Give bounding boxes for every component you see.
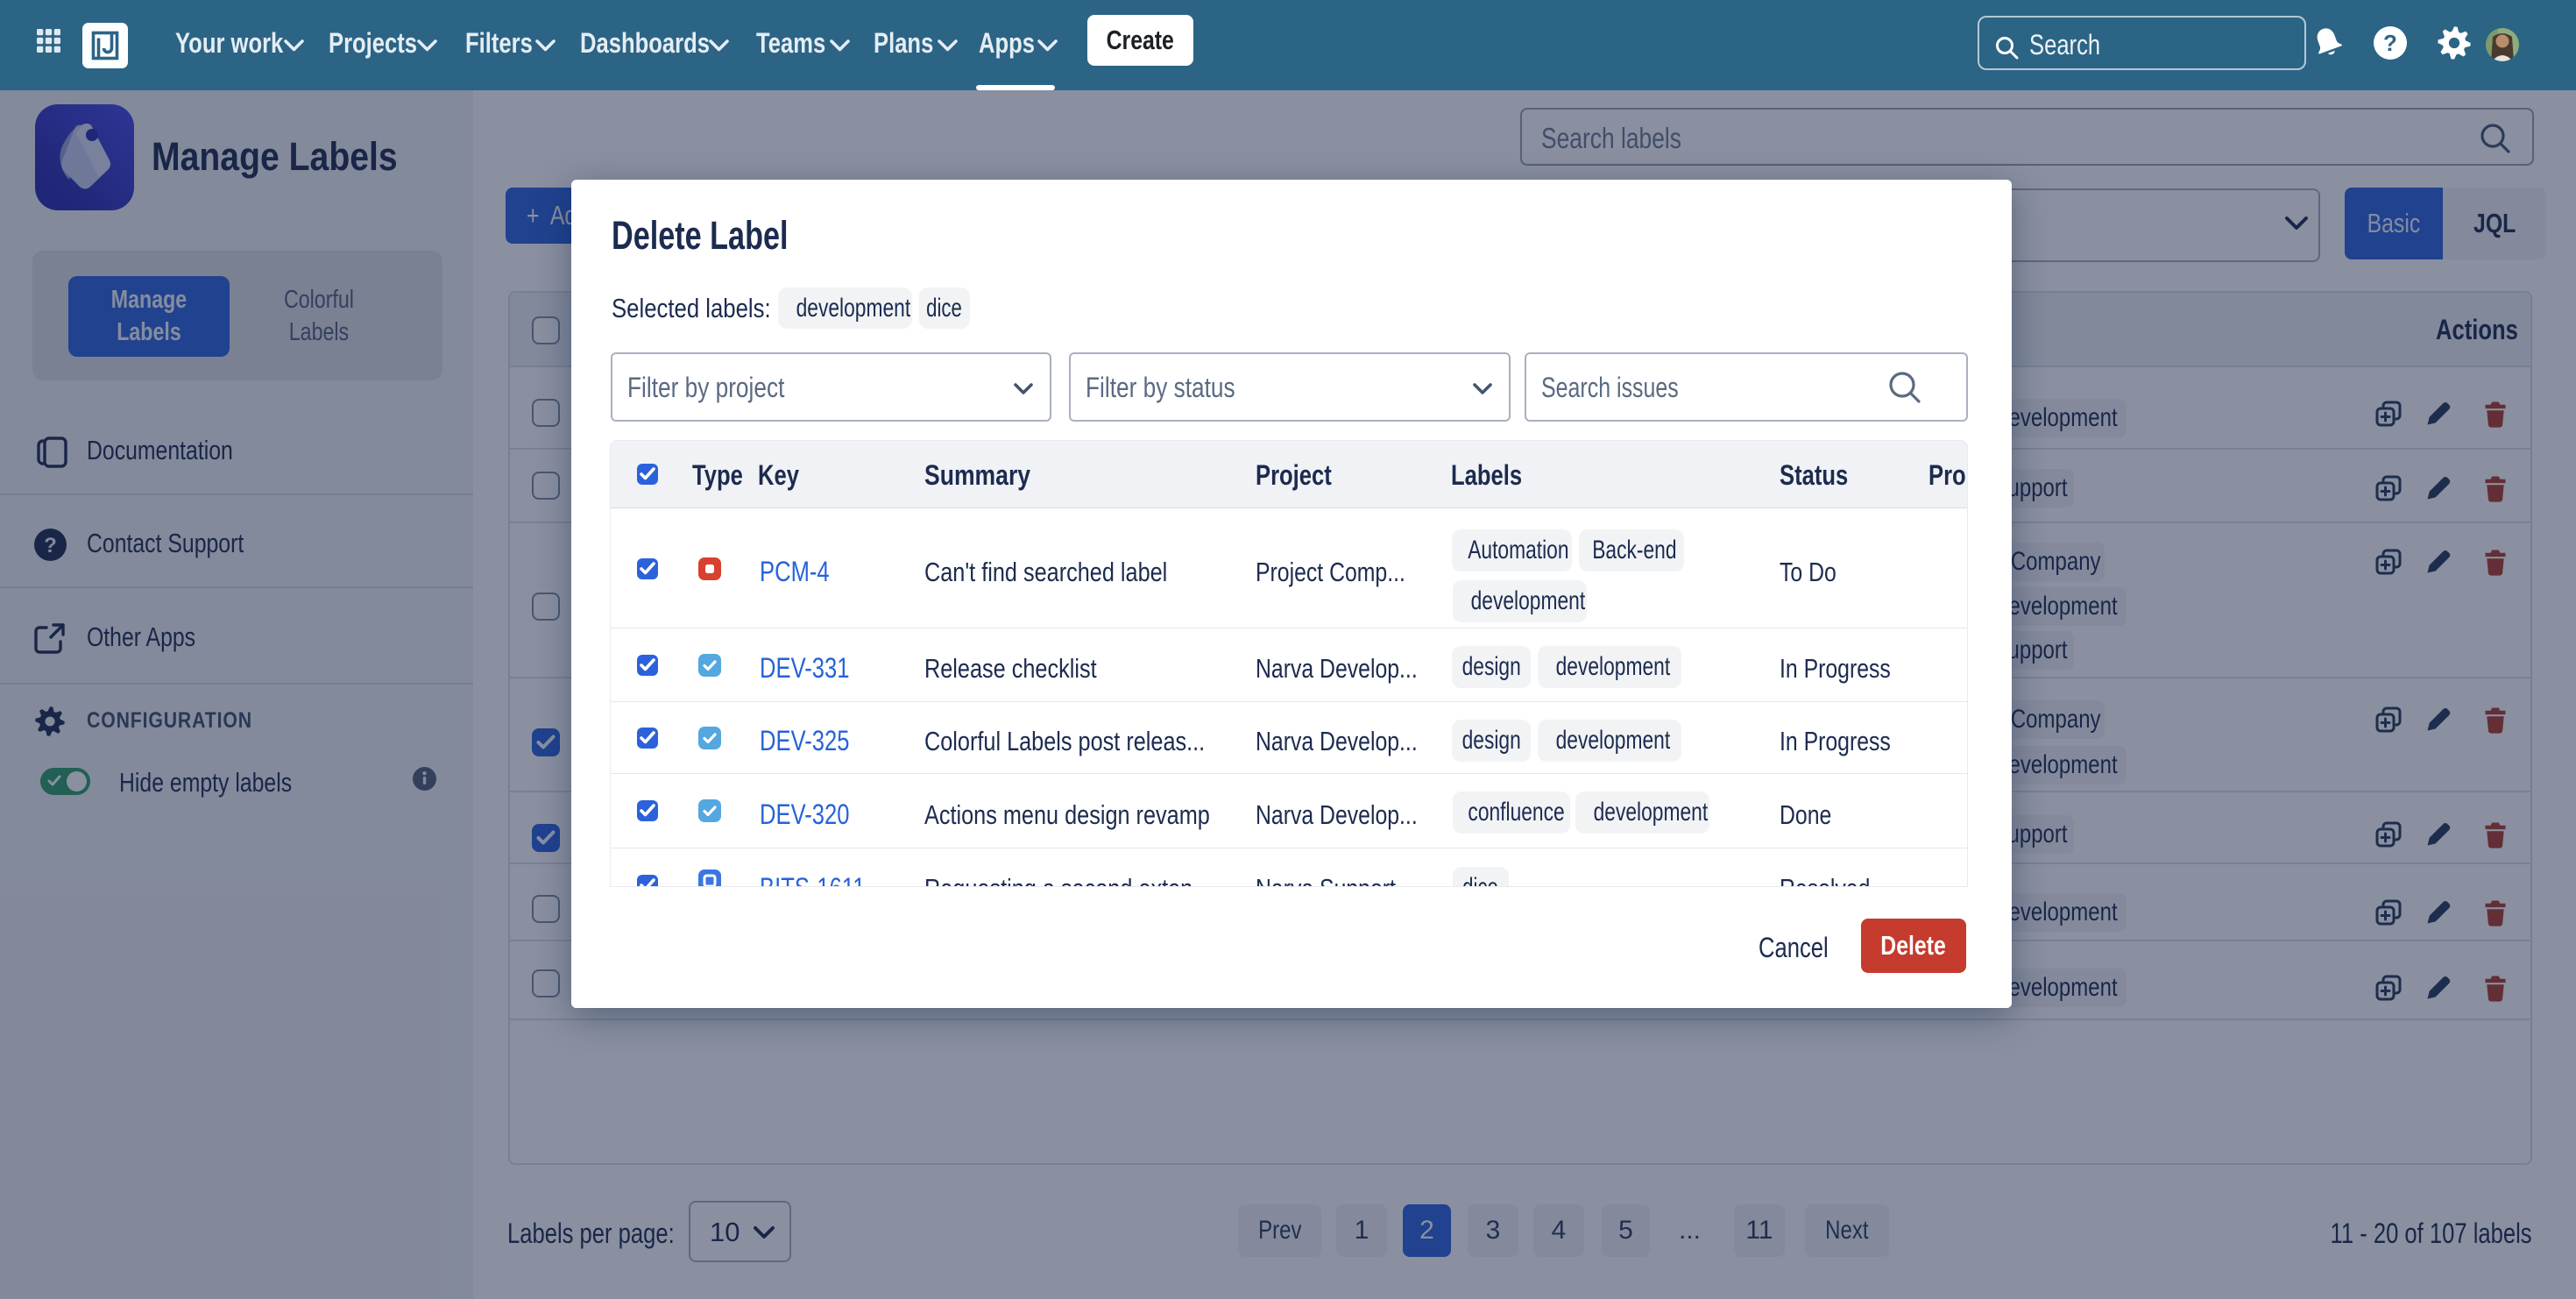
svg-text:?: ? xyxy=(2383,30,2397,56)
